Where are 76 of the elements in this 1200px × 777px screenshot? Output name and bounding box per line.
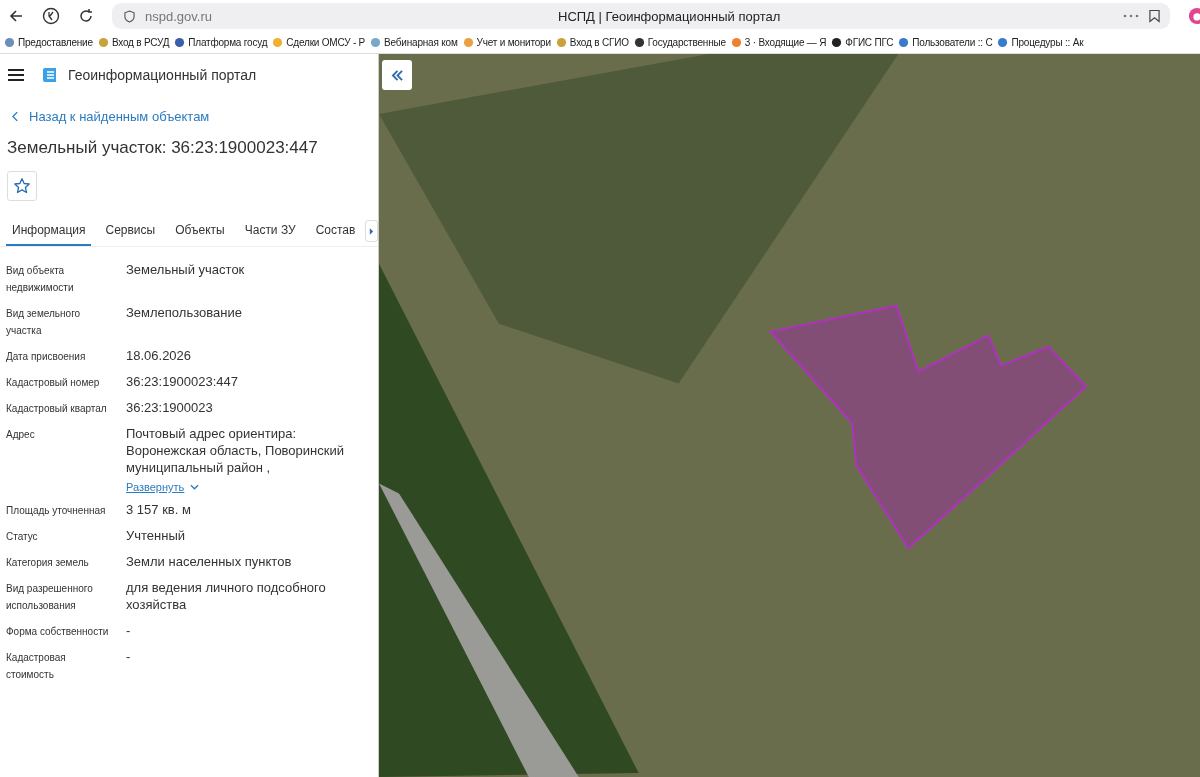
triangle-right-icon <box>369 227 375 235</box>
site-icon <box>997 37 1009 48</box>
bookmark-item[interactable]: ФГИС ПГС <box>831 37 894 48</box>
url-text: nspd.gov.ru <box>145 8 212 24</box>
star-icon <box>13 177 31 195</box>
property-label: Адрес <box>6 428 36 442</box>
site-icon <box>898 37 910 48</box>
bookmark-item[interactable]: Процедуры :: Ак <box>997 37 1084 48</box>
property-label: Статус <box>6 530 39 544</box>
property-value: - <box>126 622 131 639</box>
bookmark-item[interactable]: Вебинарная ком <box>370 37 458 48</box>
property-value: для ведения личного подсобного хозяйства <box>126 579 327 613</box>
tab[interactable]: Информация <box>6 216 92 246</box>
collapse-panel-button[interactable] <box>382 60 412 90</box>
bookmark-item[interactable]: Платформа госуд <box>174 37 268 48</box>
property-value: - <box>126 648 131 665</box>
bookmark-item[interactable]: Вход в СГИО <box>555 37 629 48</box>
site-icon <box>4 37 15 48</box>
property-label: Кадастровая стоимость <box>6 651 67 682</box>
chevron-down-icon <box>190 484 200 490</box>
menu-icon[interactable] <box>8 69 24 81</box>
site-icon <box>633 37 645 48</box>
bookmark-item[interactable]: 3 · Входящие — Я <box>730 37 827 48</box>
property-label: Вид разрешенного использования <box>6 582 94 613</box>
site-icon <box>97 37 109 48</box>
property-label: Площадь уточненная <box>6 504 107 518</box>
tab[interactable]: Состав <box>309 216 362 246</box>
property-value: 36:23:1900023:447 <box>126 373 239 390</box>
site-icon <box>555 37 567 48</box>
chevron-left-icon <box>12 111 19 122</box>
more-icon[interactable] <box>1123 14 1139 18</box>
property-value: Земли населенных пунктов <box>126 553 292 570</box>
property-label: Кадастровый квартал <box>6 402 108 416</box>
property-label: Вид объекта недвижимости <box>6 264 75 295</box>
favorite-button[interactable] <box>7 171 37 201</box>
address-bar[interactable]: nspd.gov.ru НСПД | Геоинформационный портал <box>112 3 1170 29</box>
property-value: 3 157 кв. м <box>126 501 191 518</box>
property-value: Почтовый адрес ориентира: Воронежская область, Поворинский муниципальный район , <box>126 425 345 476</box>
bookmark-item[interactable]: Пользователи :: С <box>898 37 993 48</box>
property-label: Категория земель <box>6 556 90 570</box>
property-value: Землепользование <box>126 304 242 321</box>
bookmark-item[interactable]: Предоставление <box>4 37 93 48</box>
site-icon <box>730 37 742 48</box>
property-label: Форма собственности <box>6 625 110 639</box>
site-icon <box>272 37 284 48</box>
property-label: Вид земельного участка <box>6 307 82 338</box>
site-icon <box>462 37 474 48</box>
tab[interactable]: Сервисы <box>99 216 162 246</box>
site-icon <box>174 37 186 48</box>
shield-icon <box>124 9 135 23</box>
site-icon <box>370 37 382 48</box>
page-title: НСПД | Геоинформационный портал <box>558 8 781 24</box>
object-heading: Земельный участок: 36:23:1900023:447 <box>7 138 319 158</box>
bookmark-item[interactable]: Учет и монитори <box>462 37 551 48</box>
bookmark-item[interactable]: Вход в РСУД <box>97 37 170 48</box>
back-arrow-icon[interactable] <box>8 8 24 24</box>
back-link[interactable]: Назад к найденным объектам <box>12 109 210 124</box>
bookmark-icon[interactable] <box>1149 9 1160 23</box>
tabs-scroll-button[interactable] <box>365 220 378 242</box>
property-value: 36:23:1900023 <box>126 399 213 416</box>
property-value: Земельный участок <box>126 261 245 278</box>
property-label: Дата присвоения <box>6 350 87 364</box>
site-icon <box>831 37 843 48</box>
reload-icon[interactable] <box>78 8 94 24</box>
expand-link[interactable]: Развернуть <box>126 481 200 493</box>
property-label: Кадастровый номер <box>6 376 101 390</box>
app-title: Геоинформационный портал <box>68 67 257 83</box>
tab[interactable]: Объекты <box>169 216 231 246</box>
double-chevron-left-icon <box>390 69 404 81</box>
browser-logo-icon[interactable] <box>42 7 60 25</box>
property-value: Учтенный <box>126 527 186 544</box>
property-value: 18.06.2026 <box>126 347 192 364</box>
bookmark-item[interactable]: Сделки ОМСУ - Р <box>272 37 366 48</box>
portal-logo-icon <box>42 66 58 84</box>
tab[interactable]: Части ЗУ <box>238 216 302 246</box>
bookmark-item[interactable]: Государственные <box>633 37 726 48</box>
